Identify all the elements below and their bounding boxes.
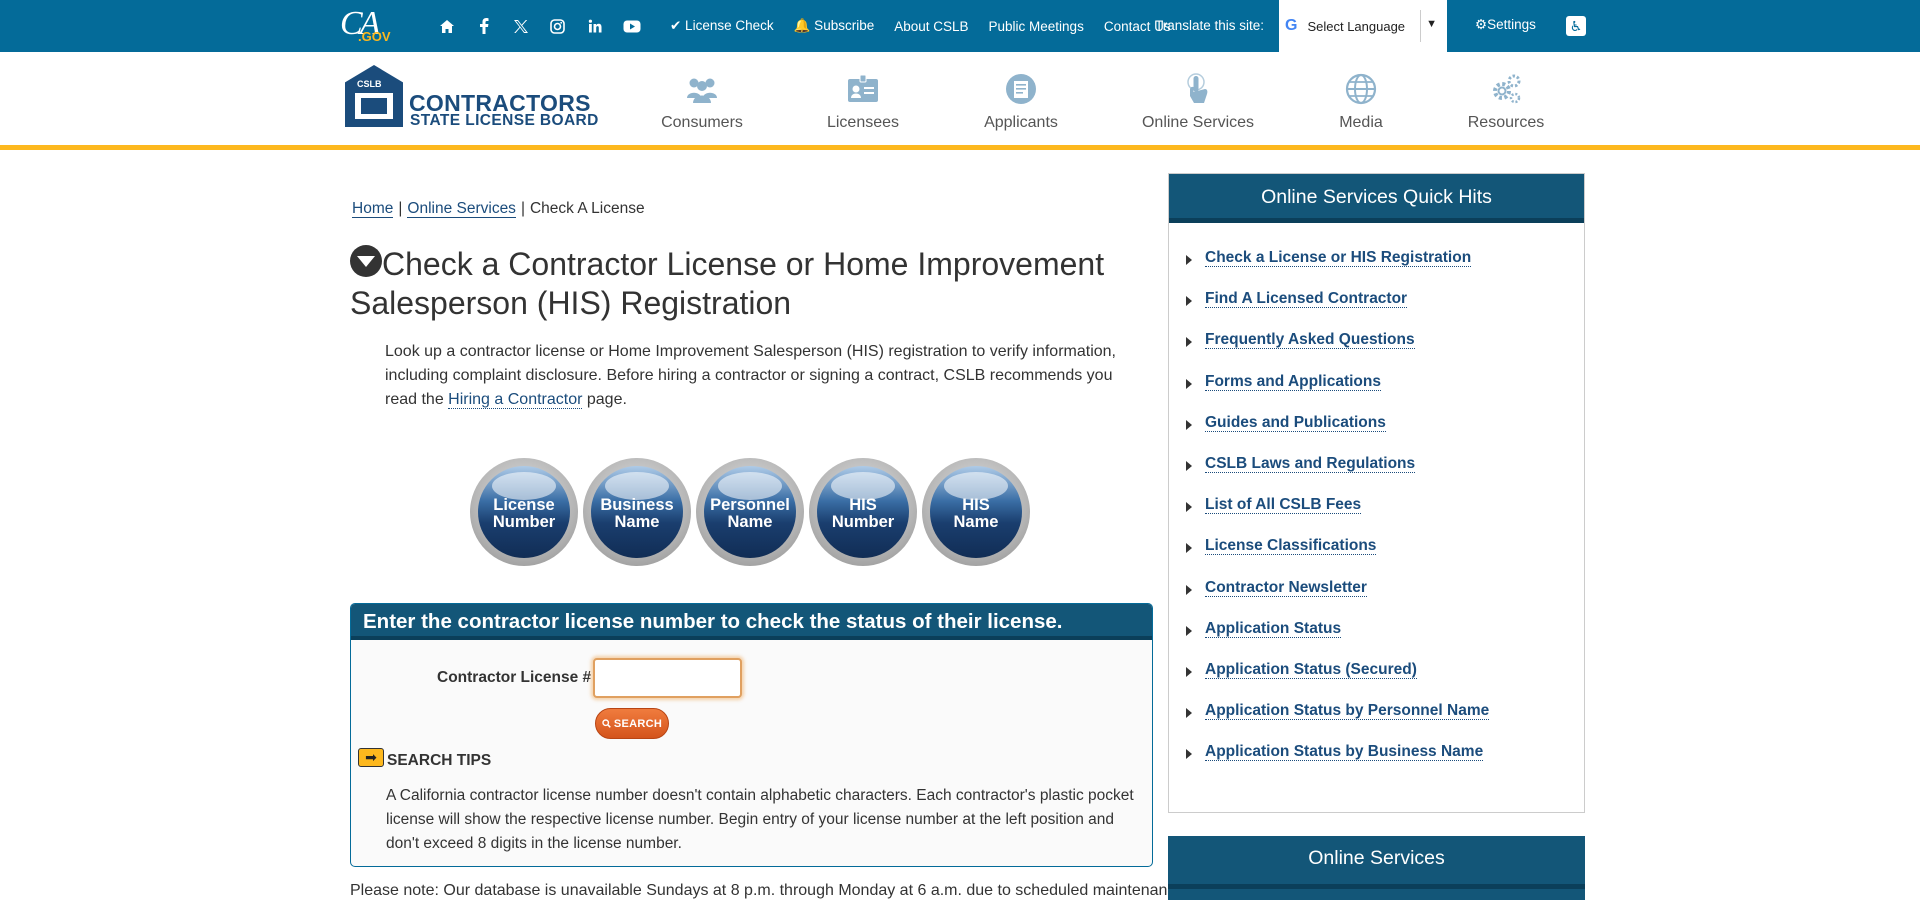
quick-hit-app-status-secured[interactable]: Application Status (Secured) — [1205, 660, 1417, 679]
instagram-icon[interactable] — [539, 6, 576, 46]
utility-bar: CA .GOV ✔ License Check 🔔 Subscribe Abou… — [0, 0, 1920, 52]
his-name-search-button[interactable]: HIS Name — [922, 458, 1030, 566]
gear-icon: ⚙ — [1475, 17, 1488, 32]
quick-hit-fees[interactable]: List of All CSLB Fees — [1205, 496, 1362, 515]
license-search-panel: Enter the contractor license number to c… — [350, 603, 1153, 867]
quick-hit-app-status-business[interactable]: Application Status by Business Name — [1205, 743, 1484, 762]
ca-gov-logo[interactable]: CA .GOV — [340, 5, 402, 47]
quick-hit-forms[interactable]: Forms and Applications — [1205, 372, 1381, 391]
social-links — [428, 0, 650, 52]
utility-links: ✔ License Check 🔔 Subscribe About CSLB P… — [670, 0, 1191, 52]
collapse-toggle-icon[interactable] — [350, 245, 382, 277]
cslb-logo[interactable]: CSLB CONTRACTORS STATE LICENSE BOARD — [345, 65, 610, 131]
quick-hit-newsletter[interactable]: Contractor Newsletter — [1205, 578, 1367, 597]
license-check-link[interactable]: ✔ License Check — [670, 18, 774, 34]
accessibility-icon[interactable]: ♿ — [1566, 16, 1586, 36]
quick-hit-guides[interactable]: Guides and Publications — [1205, 413, 1386, 432]
quick-hit-find-contractor[interactable]: Find A Licensed Contractor — [1205, 290, 1408, 309]
breadcrumb: Home | Online Services | Check A License — [352, 200, 645, 218]
cslb-badge: CSLB — [345, 65, 403, 127]
linkedin-icon[interactable] — [576, 6, 613, 46]
list-item: Application Status by Personnel Name — [1186, 702, 1490, 743]
caret-down-icon: ▼ — [1426, 18, 1437, 30]
globe-icon — [1345, 73, 1377, 105]
list-item: Application Status by Business Name — [1186, 743, 1489, 784]
main-nav: Consumers Licensees Applicants Online Se… — [0, 52, 1920, 150]
quick-hit-app-status-personnel[interactable]: Application Status by Personnel Name — [1205, 702, 1490, 721]
breadcrumb-current: Check A License — [529, 200, 645, 217]
quick-hit-laws[interactable]: CSLB Laws and Regulations — [1205, 454, 1416, 473]
language-select[interactable]: G Select Language ▼ — [1279, 0, 1447, 52]
list-item: Contractor Newsletter — [1186, 578, 1489, 620]
quick-hit-faq[interactable]: Frequently Asked Questions — [1205, 331, 1415, 350]
license-number-search-button[interactable]: License Number — [470, 458, 578, 566]
nav-licensees[interactable]: Licensees — [793, 72, 933, 132]
subscribe-link[interactable]: 🔔 Subscribe — [794, 18, 875, 34]
hiring-a-contractor-link[interactable]: Hiring a Contractor — [448, 391, 583, 409]
list-item: License Classifications — [1186, 537, 1489, 578]
list-item: Forms and Applications — [1186, 372, 1489, 414]
quick-hit-check-license[interactable]: Check a License or HIS Registration — [1205, 249, 1472, 267]
maintenance-note: Please note: Our database is unavailable… — [350, 882, 1189, 899]
x-icon[interactable] — [502, 6, 539, 46]
translate-label: Translate this site: — [1155, 18, 1265, 33]
id-card-icon — [848, 74, 878, 102]
facebook-icon[interactable] — [465, 6, 502, 46]
search-tips-text: A California contractor license number d… — [386, 787, 1134, 852]
quick-hits-panel: Online Services Quick Hits Check a Licen… — [1168, 173, 1585, 813]
home-icon[interactable] — [428, 6, 465, 46]
list-item: Application Status — [1186, 619, 1489, 661]
breadcrumb-home[interactable]: Home — [352, 200, 394, 218]
online-services-panel-header: Online Services — [1168, 836, 1585, 900]
document-icon — [1006, 74, 1036, 104]
search-type-buttons: License Number Business Name Personnel Name… — [470, 458, 1030, 568]
nav-online-services[interactable]: Online Services — [1128, 72, 1268, 132]
list-item: Check a License or HIS Registration — [1186, 249, 1489, 290]
contractor-license-label: Contractor License # — [437, 669, 592, 686]
page-title: Check a Contractor License or Home Impro… — [350, 245, 1105, 321]
list-item: List of All CSLB Fees — [1186, 496, 1489, 537]
google-icon: G — [1285, 17, 1298, 34]
list-item: Guides and Publications — [1186, 413, 1489, 455]
pointer-hand-icon — [1187, 73, 1208, 103]
youtube-icon[interactable] — [613, 6, 650, 46]
list-item: Application Status (Secured) — [1186, 660, 1489, 702]
nav-consumers[interactable]: Consumers — [632, 72, 772, 132]
nav-resources[interactable]: Resources — [1436, 72, 1576, 132]
list-item: CSLB Laws and Regulations — [1186, 454, 1489, 496]
public-meetings-link[interactable]: Public Meetings — [989, 19, 1084, 34]
people-icon — [687, 78, 717, 103]
business-name-search-button[interactable]: Business Name — [583, 458, 691, 566]
breadcrumb-online-services[interactable]: Online Services — [407, 200, 516, 218]
settings-button[interactable]: ⚙Settings — [1475, 17, 1536, 33]
nav-applicants[interactable]: Applicants — [951, 72, 1091, 132]
search-icon — [602, 719, 611, 728]
quick-hit-classifications[interactable]: License Classifications — [1205, 537, 1377, 556]
site-header: Consumers Licensees Applicants Online Se… — [0, 52, 1920, 150]
contractor-license-input[interactable] — [593, 658, 742, 698]
quick-hits-list: Check a License or HIS Registration Find… — [1186, 249, 1490, 784]
search-panel-header: Enter the contractor license number to c… — [351, 604, 1152, 640]
his-number-search-button[interactable]: HIS Number — [809, 458, 917, 566]
language-select-value: Select Language — [1307, 18, 1406, 34]
search-tips-heading: SEARCH TIPS — [387, 752, 492, 769]
gears-icon — [1493, 74, 1521, 104]
intro-text: Look up a contractor license or Home Imp… — [385, 343, 1116, 409]
quick-hit-app-status[interactable]: Application Status — [1205, 619, 1342, 638]
personnel-name-search-button[interactable]: Personnel Name — [696, 458, 804, 566]
arrow-right-icon: ➡ — [358, 748, 384, 767]
list-item: Frequently Asked Questions — [1186, 331, 1489, 372]
about-cslb-link[interactable]: About CSLB — [894, 19, 968, 34]
nav-media[interactable]: Media — [1291, 72, 1431, 132]
quick-hits-header: Online Services Quick Hits — [1169, 174, 1584, 223]
list-item: Find A Licensed Contractor — [1186, 290, 1489, 331]
search-button[interactable]: SEARCH — [595, 708, 669, 739]
